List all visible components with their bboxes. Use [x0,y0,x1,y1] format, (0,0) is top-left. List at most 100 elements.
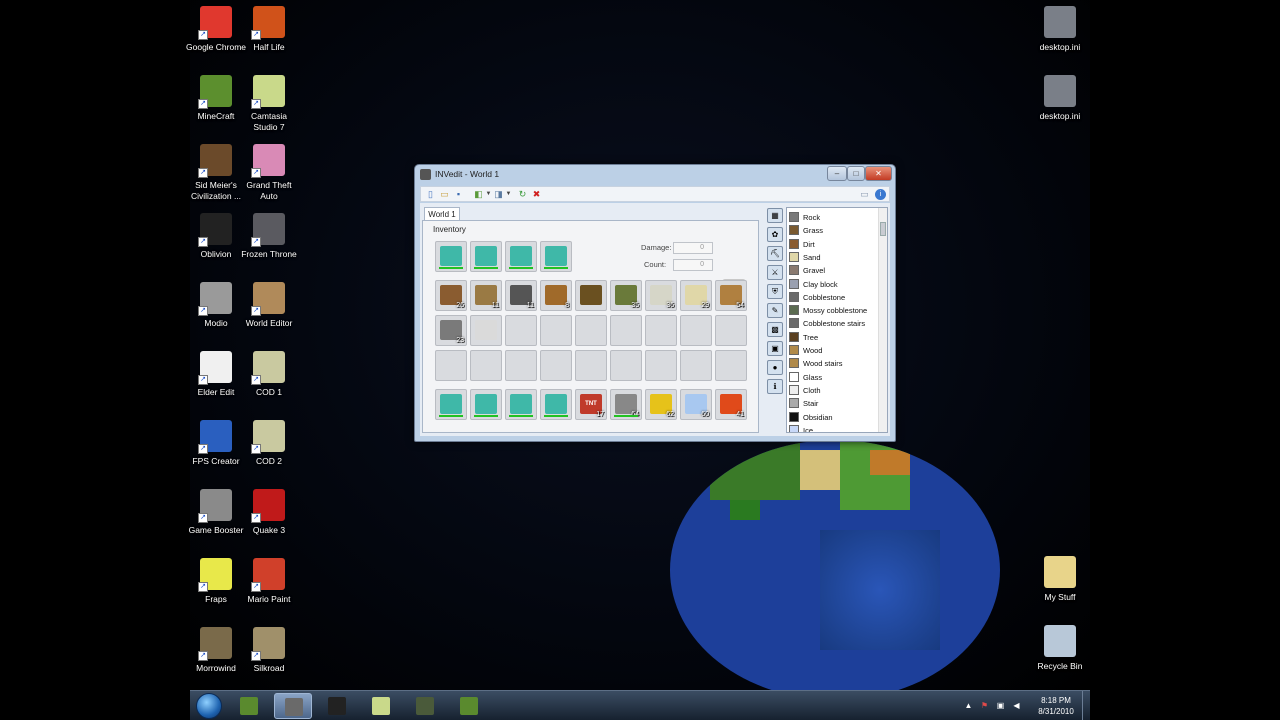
empty-slot[interactable] [470,350,502,381]
action-center-icon[interactable]: ⚑ [980,701,989,710]
block-list-item[interactable]: Stair [789,397,818,410]
inventory-slot[interactable]: TNT 17 [575,389,607,420]
chrome-shortcut[interactable]: ↗ Google Chrome [186,0,246,53]
file-shortcut[interactable]: desktop.ini [1030,0,1090,53]
food-category-icon[interactable]: ✎ [767,303,783,318]
inventory-slot[interactable]: 35 [610,280,642,311]
camtasia-shortcut[interactable]: ↗ Camtasia Studio 7 [239,69,299,132]
silkroad-shortcut[interactable]: ↗ Silkroad [239,621,299,674]
taskbar-button[interactable] [406,693,444,719]
inventory-slot[interactable] [505,389,537,420]
system-clock[interactable]: 8:18 PM 8/31/2010 [1036,695,1076,717]
frozen-throne-shortcut[interactable]: ↗ Frozen Throne [239,207,299,260]
mario-paint-shortcut[interactable]: ↗ Mario Paint [239,552,299,605]
show-desktop-button[interactable] [1082,691,1090,720]
empty-slot[interactable] [435,350,467,381]
block-list-item[interactable]: Obsidian [789,411,833,424]
empty-slot[interactable] [540,315,572,346]
empty-slot[interactable] [540,350,572,381]
count-spinner[interactable]: 0 [673,259,713,271]
invedit-window[interactable]: INVedit - World 1 ‒ □ ✕ ▯ ▭ ▪ ◧ ▼ ◨ ▼ ↻ … [414,164,896,442]
empty-slot[interactable] [645,350,677,381]
armor-category-icon[interactable]: ⛨ [767,284,783,299]
start-button[interactable] [196,693,222,719]
block-list-item[interactable]: Cobblestone stairs [789,317,865,330]
civilization-shortcut[interactable]: ↗ Sid Meier's Civilization ... [186,138,246,201]
block-list-item[interactable]: Wood [789,344,822,357]
inventory-slot[interactable] [505,241,537,272]
chest-category-icon[interactable]: ▣ [767,341,783,356]
block-list-item[interactable]: Clay block [789,278,838,291]
half-life-shortcut[interactable]: ↗ Half Life [239,0,299,53]
block-list-item[interactable]: Tree [789,331,818,344]
taskbar-button[interactable] [230,693,268,719]
fps-creator-shortcut[interactable]: ↗ FPS Creator [186,414,246,467]
inventory-slot[interactable]: 54 [715,280,747,311]
file-shortcut[interactable]: desktop.ini [1030,69,1090,122]
taskbar-button[interactable] [318,693,356,719]
inventory-slot[interactable] [470,315,502,346]
tab-world-1[interactable]: World 1 [424,207,460,221]
quake-shortcut[interactable]: ↗ Quake 3 [239,483,299,536]
inventory-slot[interactable] [470,241,502,272]
inventory-slot[interactable] [540,389,572,420]
block-list-item[interactable]: Ice [789,424,813,432]
empty-slot[interactable] [505,350,537,381]
empty-slot[interactable] [715,315,747,346]
info-category-icon[interactable]: ℹ [767,379,783,394]
volume-icon[interactable]: ◀ [1012,701,1021,710]
block-list-item[interactable]: Cloth [789,384,821,397]
empty-slot[interactable] [575,315,607,346]
title-bar[interactable]: INVedit - World 1 ‒ □ ✕ [415,165,895,185]
block-list-item[interactable]: Wood stairs [789,357,842,370]
recycle-bin-shortcut[interactable]: Recycle Bin [1030,619,1090,672]
close-button[interactable]: ✕ [865,166,892,181]
mineral-category-icon[interactable]: ▩ [767,322,783,337]
scrollbar-thumb[interactable] [880,222,886,236]
empty-slot[interactable] [575,350,607,381]
taskbar-button[interactable] [274,693,312,719]
block-category-icon[interactable]: ▦ [767,208,783,223]
info-icon[interactable]: i [875,189,886,200]
inventory-slot[interactable] [540,241,572,272]
plant-category-icon[interactable]: ✿ [767,227,783,242]
block-list-item[interactable]: Rock [789,211,820,224]
block-list-item[interactable]: Cobblestone [789,291,845,304]
inventory-slot[interactable]: 26 [435,280,467,311]
inventory-slot[interactable]: 64 [610,389,642,420]
tool-category-icon[interactable]: ⛏ [767,246,783,261]
inventory-slot[interactable] [470,389,502,420]
inventory-slot[interactable]: 11 [505,280,537,311]
inventory-slot[interactable]: 11 [470,280,502,311]
elder-edit-shortcut[interactable]: ↗ Elder Edit [186,345,246,398]
inventory-slot[interactable] [575,280,607,311]
inventory-slot[interactable] [435,241,467,272]
cod2-shortcut[interactable]: ↗ COD 2 [239,414,299,467]
block-list-item[interactable]: Mossy cobblestone [789,304,867,317]
empty-slot[interactable] [715,350,747,381]
empty-slot[interactable] [610,350,642,381]
fraps-shortcut[interactable]: ↗ Fraps [186,552,246,605]
inventory-slot[interactable]: 29 [680,280,712,311]
game-booster-shortcut[interactable]: ↗ Game Booster [186,483,246,536]
inventory-slot[interactable]: 8 [540,280,572,311]
open-icon[interactable]: ▭ [439,189,450,200]
minecraft-shortcut[interactable]: ↗ MineCraft [186,69,246,122]
empty-slot[interactable] [680,350,712,381]
empty-slot[interactable] [680,315,712,346]
save-icon[interactable]: ▪ [453,189,464,200]
chevron-down-icon[interactable]: ▼ [503,189,514,200]
network-icon[interactable]: ▣ [996,701,1005,710]
empty-slot[interactable] [610,315,642,346]
damage-spinner[interactable]: 0 [673,242,713,254]
taskbar-button[interactable] [450,693,488,719]
new-icon[interactable]: ▯ [425,189,436,200]
folder-shortcut[interactable]: My Stuff [1030,550,1090,603]
block-list[interactable]: Rock Grass Dirt Sand Gravel Clay block Cobbles… [786,207,888,433]
inventory-slot[interactable]: 36 [645,280,677,311]
block-list-item[interactable]: Dirt [789,238,815,251]
inventory-slot[interactable]: 41 [715,389,747,420]
empty-slot[interactable] [645,315,677,346]
gta-shortcut[interactable]: ↗ Grand Theft Auto [239,138,299,201]
oblivion-shortcut[interactable]: ↗ Oblivion [186,207,246,260]
